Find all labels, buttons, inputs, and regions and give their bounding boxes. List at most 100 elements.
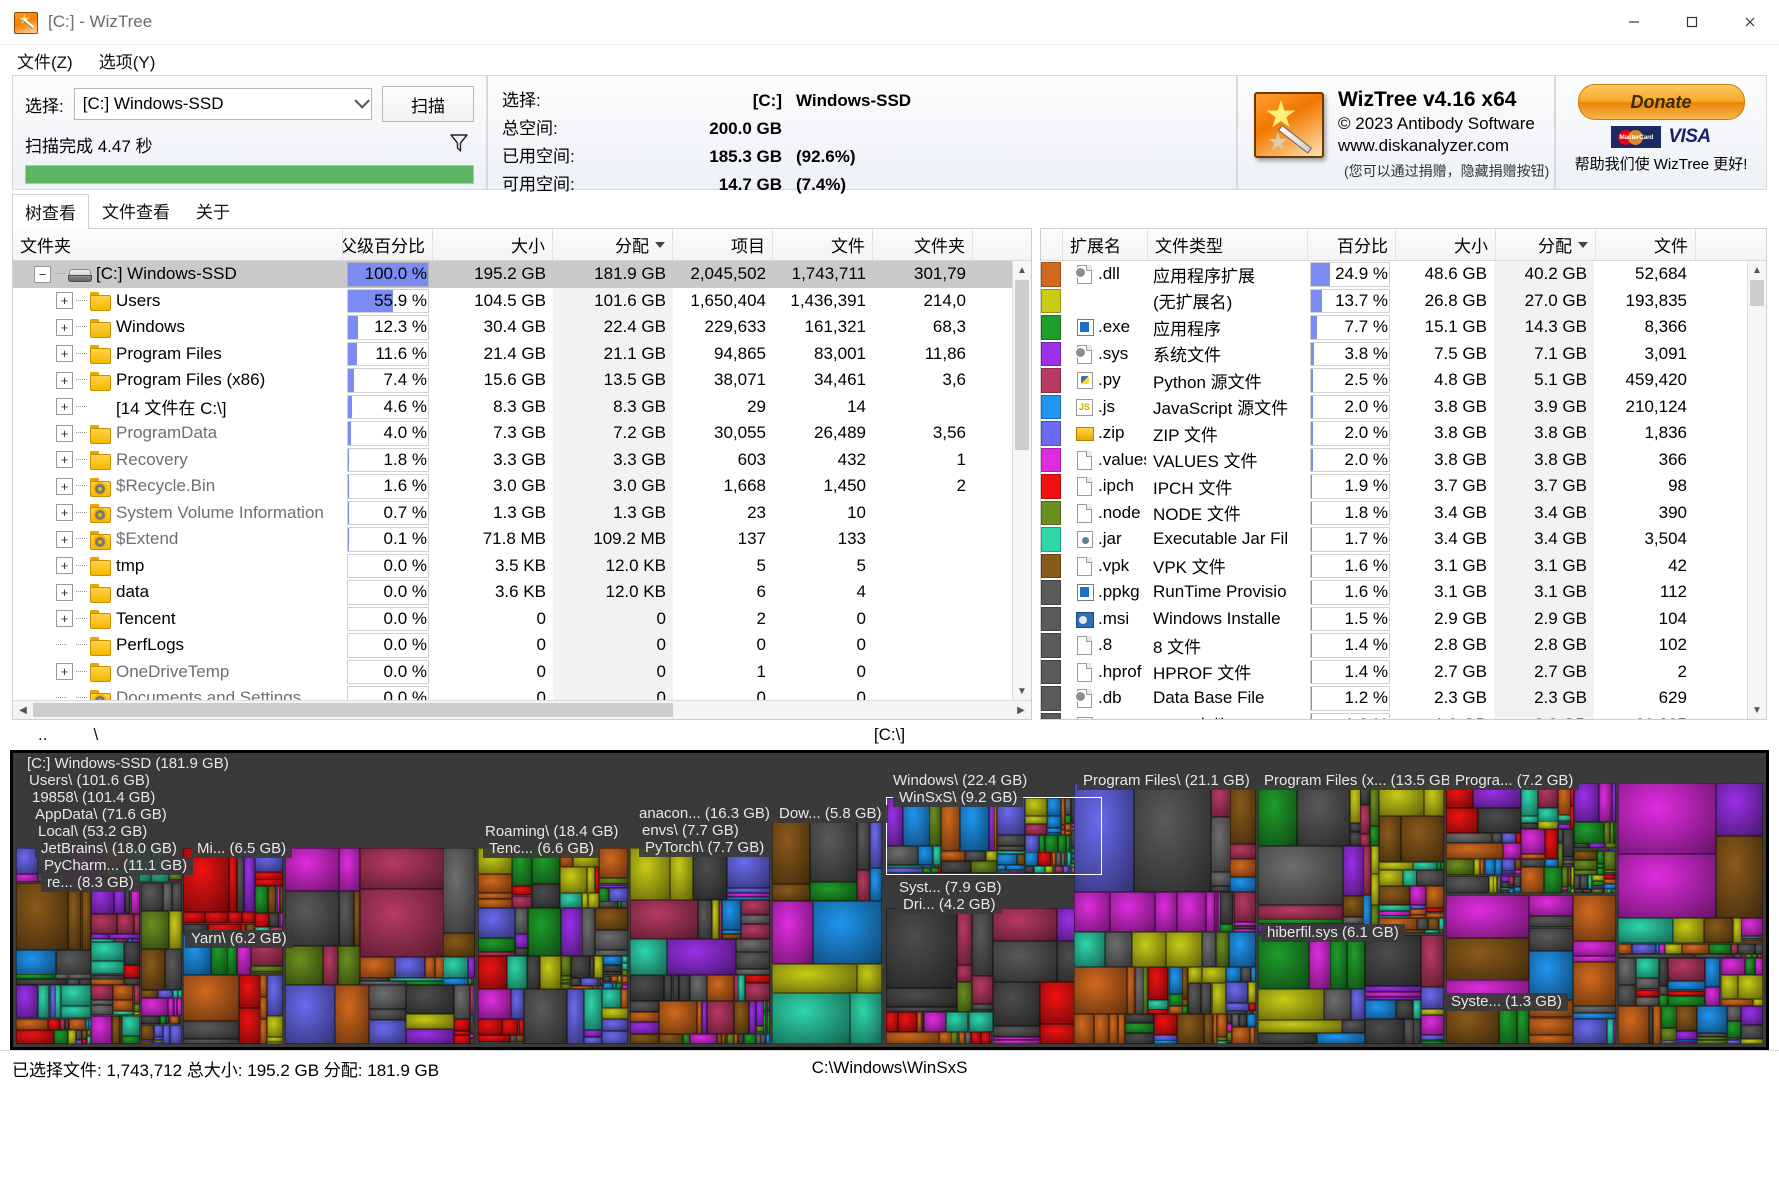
ft-col-header-2[interactable]: 文件类型 <box>1148 229 1308 260</box>
treemap-node[interactable] <box>1446 876 1489 893</box>
treemap-node[interactable] <box>515 908 528 934</box>
treemap-node[interactable] <box>599 878 628 884</box>
treemap-node[interactable] <box>603 956 622 965</box>
treemap-node[interactable] <box>1154 1014 1177 1035</box>
treemap-node[interactable] <box>1529 895 1573 916</box>
table-row[interactable]: .msi Windows Installe 1.5 % 2.9 GB 2.9 GB 104 <box>1041 605 1747 632</box>
treemap-node[interactable] <box>267 1016 283 1037</box>
treemap-node[interactable] <box>603 965 622 972</box>
drive-select[interactable]: [C:] Windows-SSD <box>73 88 372 120</box>
treemap-node[interactable] <box>870 868 882 901</box>
treemap-node[interactable] <box>772 884 810 901</box>
treemap-node[interactable] <box>141 1016 160 1024</box>
treemap-node[interactable] <box>667 939 736 975</box>
treemap-node[interactable] <box>772 815 810 884</box>
treemap-node[interactable] <box>712 900 719 939</box>
treemap-node[interactable] <box>1741 1006 1763 1025</box>
treemap-node[interactable] <box>886 1012 898 1032</box>
treemap-node[interactable] <box>228 912 242 923</box>
treemap-node[interactable] <box>1446 808 1478 833</box>
treemap-node[interactable] <box>478 989 511 1019</box>
treemap-node[interactable] <box>1363 846 1371 895</box>
treemap-node[interactable] <box>1676 1006 1697 1031</box>
treemap-node[interactable] <box>1230 844 1256 859</box>
treemap-node[interactable] <box>1258 935 1309 989</box>
treemap-node[interactable] <box>1226 967 1241 982</box>
treemap-node[interactable] <box>1125 1014 1154 1023</box>
treemap-node[interactable] <box>1317 1033 1365 1044</box>
treemap-node[interactable] <box>141 911 169 949</box>
treemap-node[interactable] <box>1529 928 1573 951</box>
treemap-node[interactable] <box>1529 1018 1573 1035</box>
treemap-node[interactable] <box>239 975 261 1008</box>
treemap-node[interactable] <box>507 956 527 989</box>
menu-options[interactable]: 选项(Y) <box>96 46 159 75</box>
treemap-node[interactable] <box>1074 967 1127 1014</box>
treemap-node[interactable] <box>972 976 993 1004</box>
tree-expander[interactable]: + <box>56 583 73 601</box>
treemap-node[interactable] <box>16 950 56 975</box>
treemap-node[interactable] <box>141 949 165 990</box>
treemap-node[interactable] <box>1478 808 1521 833</box>
treemap-node[interactable] <box>1563 829 1574 857</box>
treemap-node[interactable] <box>618 976 621 982</box>
treemap-node[interactable] <box>1668 981 1705 990</box>
scroll-up-icon[interactable]: ▲ <box>1013 261 1031 279</box>
treemap-node[interactable] <box>177 998 182 1016</box>
treemap-node[interactable] <box>1230 877 1256 892</box>
treemap-node[interactable] <box>599 901 618 908</box>
treemap-node[interactable] <box>540 956 561 989</box>
treemap-node[interactable] <box>205 912 228 923</box>
treemap-node[interactable] <box>1206 892 1215 932</box>
treemap-node[interactable] <box>1217 1014 1227 1037</box>
treemap-node[interactable] <box>369 1020 406 1044</box>
treemap-node[interactable] <box>561 908 583 956</box>
treemap-node[interactable] <box>1217 1041 1227 1044</box>
treemap-node[interactable] <box>1574 851 1597 860</box>
treemap-node[interactable] <box>1365 935 1421 986</box>
treemap-node[interactable] <box>630 975 664 1001</box>
treemap-node[interactable] <box>1731 944 1738 954</box>
treemap-node[interactable] <box>1247 1014 1256 1027</box>
treemap-node[interactable] <box>502 1019 518 1035</box>
treemap-node[interactable] <box>1521 859 1545 867</box>
treemap-node[interactable] <box>91 1005 113 1015</box>
treemap-node[interactable] <box>1618 783 1716 854</box>
treemap-node[interactable] <box>1105 932 1132 967</box>
treemap-node[interactable] <box>454 985 470 1019</box>
treemap-node[interactable] <box>369 1009 406 1020</box>
treemap-node[interactable] <box>1439 918 1444 930</box>
treemap-node[interactable] <box>1503 843 1521 859</box>
treemap-node[interactable] <box>1653 1006 1661 1044</box>
filter-icon[interactable] <box>448 131 470 158</box>
treemap-node[interactable] <box>1495 859 1502 875</box>
treemap-node[interactable] <box>1204 1014 1213 1044</box>
treemap-node[interactable] <box>594 956 603 978</box>
scroll-left-icon[interactable]: ◀ <box>13 701 33 719</box>
treemap-node[interactable] <box>1529 916 1573 927</box>
table-row[interactable]: + Program Files 11.6 % 21.4 GB 21.1 GB 94,865… <box>13 340 1012 367</box>
treemap-node[interactable] <box>1379 870 1403 886</box>
treemap-node[interactable] <box>154 1025 163 1037</box>
table-row[interactable]: − [C:] Windows-SSD 100.0 % 195.2 GB 181.9 GB… <box>13 261 1012 288</box>
treemap-node[interactable] <box>664 975 672 1001</box>
minimize-button[interactable] <box>1605 0 1663 44</box>
treemap-node[interactable] <box>1607 889 1611 893</box>
treemap-node[interactable] <box>1074 932 1105 967</box>
treemap-node[interactable] <box>1202 932 1216 967</box>
treemap-node[interactable] <box>1521 867 1544 893</box>
treemap-node[interactable] <box>1538 808 1558 822</box>
treemap-node[interactable] <box>285 946 323 985</box>
table-row[interactable]: + Program Files (x86) 7.4 % 15.6 GB 13.5 GB 3… <box>13 367 1012 394</box>
treemap-node[interactable] <box>993 982 1040 1026</box>
treemap-node[interactable] <box>1132 932 1166 967</box>
treemap-node[interactable] <box>630 1012 659 1022</box>
treemap-node[interactable] <box>1529 1035 1573 1044</box>
treemap-node[interactable] <box>1258 846 1343 905</box>
treemap-node[interactable] <box>260 1019 267 1044</box>
treemap-node[interactable] <box>1605 843 1616 848</box>
table-row[interactable]: .exe 应用程序 7.7 % 15.1 GB 14.3 GB 8,366 <box>1041 314 1747 341</box>
treemap-node[interactable] <box>1220 924 1233 932</box>
treemap-node[interactable] <box>1716 836 1763 918</box>
treemap-node[interactable] <box>141 990 158 998</box>
